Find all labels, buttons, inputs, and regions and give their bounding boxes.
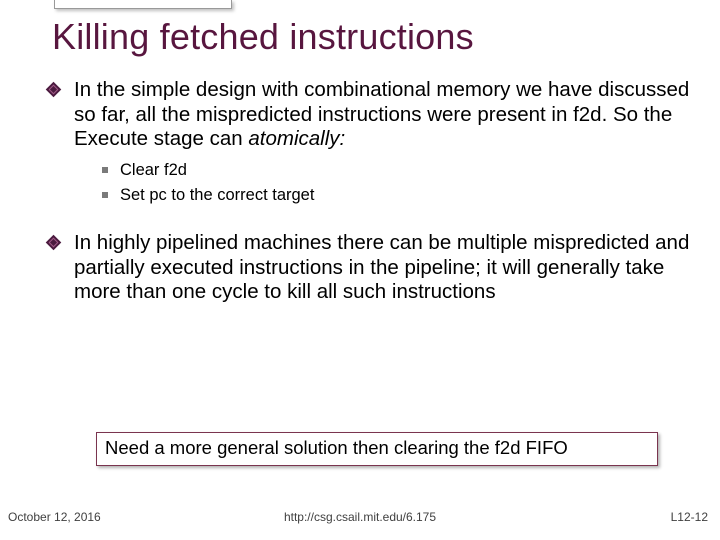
bullet-text: In highly pipelined machines there can b… — [74, 231, 689, 303]
bullet-level1: In highly pipelined machines there can b… — [48, 231, 690, 305]
bullet-level2: Clear f2d — [102, 158, 690, 184]
diamond-icon — [46, 235, 62, 251]
footer-page: L12-12 — [671, 510, 708, 524]
callout-box: Need a more general solution then cleari… — [96, 432, 658, 466]
slide: Killing fetched instructions In the simp… — [0, 0, 720, 540]
header-decoration — [54, 0, 232, 9]
diamond-icon — [46, 82, 62, 98]
bullet-level1: In the simple design with combinational … — [48, 78, 690, 152]
footer-url: http://csg.csail.mit.edu/6.175 — [0, 510, 720, 524]
bullet-level2: Set pc to the correct target — [102, 183, 690, 209]
sub-bullet-list: Clear f2d Set pc to the correct target — [102, 158, 690, 209]
slide-title: Killing fetched instructions — [52, 16, 474, 58]
slide-body: In the simple design with combinational … — [48, 78, 690, 311]
bullet-text: In the simple design with combinational … — [74, 78, 689, 150]
bullet-italic: atomically: — [248, 127, 345, 150]
slide-footer: October 12, 2016 http://csg.csail.mit.ed… — [0, 510, 720, 526]
